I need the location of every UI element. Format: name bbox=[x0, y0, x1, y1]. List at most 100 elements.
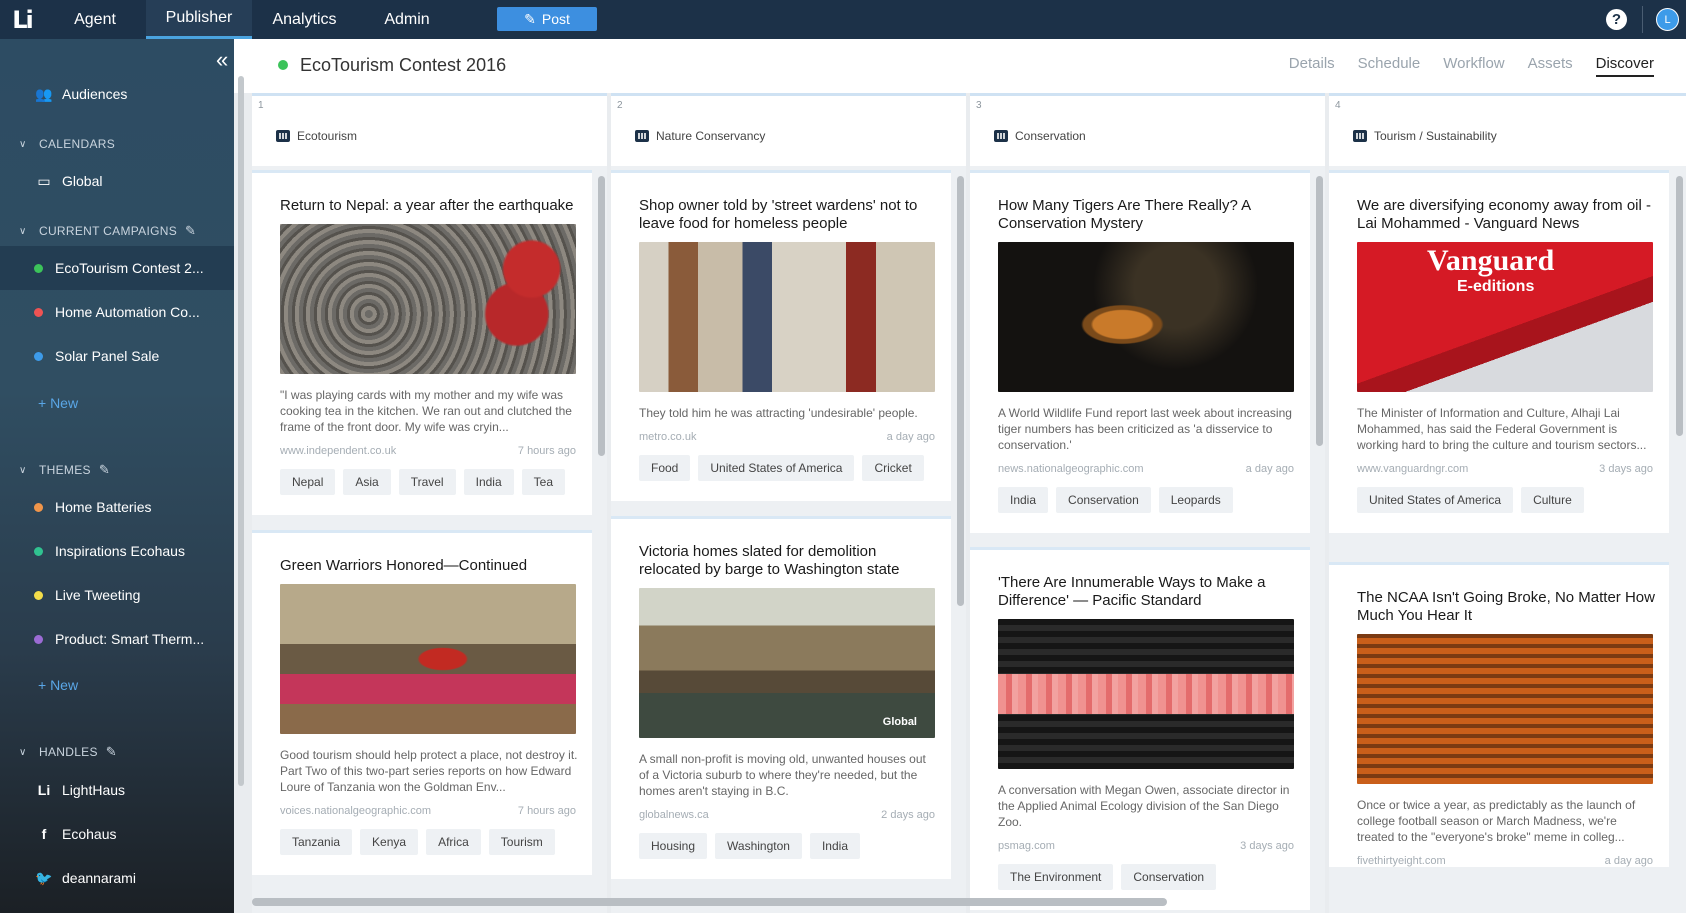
app-logo[interactable]: Li bbox=[0, 0, 44, 39]
article-title[interactable]: Green Warriors Honored—Continued bbox=[280, 557, 578, 575]
article-image[interactable] bbox=[998, 242, 1294, 392]
article-source[interactable]: news.nationalgeographic.com bbox=[998, 463, 1144, 475]
new-theme-link[interactable]: + New bbox=[38, 677, 78, 693]
article-title[interactable]: We are diversifying economy away from oi… bbox=[1357, 197, 1655, 233]
tag[interactable]: India bbox=[463, 469, 514, 495]
sidebar-theme-home-batteries[interactable]: Home Batteries bbox=[0, 485, 234, 529]
tab-details[interactable]: Details bbox=[1289, 55, 1335, 77]
post-button[interactable]: ✎ Post bbox=[497, 7, 597, 31]
tag[interactable]: Kenya bbox=[360, 829, 419, 855]
tag[interactable]: Housing bbox=[639, 833, 708, 859]
pencil-icon[interactable]: ✎ bbox=[99, 462, 110, 478]
sidebar-campaign-solar-panel[interactable]: Solar Panel Sale bbox=[0, 334, 234, 378]
handles-header[interactable]: ∨ HANDLES ✎ bbox=[0, 737, 234, 767]
tag[interactable]: Culture bbox=[1521, 487, 1584, 513]
tag[interactable]: Washington bbox=[715, 833, 802, 859]
sidebar-campaign-ecotourism[interactable]: EcoTourism Contest 2... bbox=[0, 246, 234, 290]
sidebar-handle-lighthaus[interactable]: Li LightHaus bbox=[0, 768, 234, 812]
new-campaign-link[interactable]: + New bbox=[38, 395, 78, 411]
article-source[interactable]: psmag.com bbox=[998, 840, 1055, 852]
sidebar-theme-live-tweeting[interactable]: Live Tweeting bbox=[0, 573, 234, 617]
sidebar-theme-smart-therm[interactable]: Product: Smart Therm... bbox=[0, 617, 234, 661]
article-card[interactable]: Return to Nepal: a year after the earthq… bbox=[252, 170, 592, 515]
pencil-icon[interactable]: ✎ bbox=[106, 744, 117, 760]
tag[interactable]: Africa bbox=[426, 829, 481, 855]
tag[interactable]: Food bbox=[639, 455, 691, 481]
article-image[interactable] bbox=[998, 619, 1294, 769]
tag[interactable]: The Environment bbox=[998, 864, 1114, 890]
user-avatar[interactable]: L bbox=[1656, 8, 1679, 31]
tag[interactable]: Asia bbox=[343, 469, 391, 495]
article-image[interactable] bbox=[280, 224, 576, 374]
tab-discover[interactable]: Discover bbox=[1595, 55, 1654, 77]
collapse-sidebar-icon[interactable]: « bbox=[216, 47, 228, 73]
article-image[interactable]: Vanguard E-editions bbox=[1357, 242, 1653, 392]
sidebar-item-audiences[interactable]: 👥 Audiences bbox=[0, 72, 234, 116]
column-source[interactable]: Conservation bbox=[994, 129, 1086, 143]
tag[interactable]: Tourism bbox=[488, 829, 555, 855]
article-source[interactable]: metro.co.uk bbox=[639, 431, 696, 443]
themes-header[interactable]: ∨ THEMES ✎ bbox=[0, 455, 234, 485]
article-card[interactable]: The NCAA Isn't Going Broke, No Matter Ho… bbox=[1329, 562, 1669, 867]
nav-agent[interactable]: Agent bbox=[44, 0, 146, 39]
horizontal-scrollbar[interactable] bbox=[252, 898, 1167, 906]
article-image[interactable] bbox=[1357, 634, 1653, 784]
tab-schedule[interactable]: Schedule bbox=[1358, 55, 1421, 77]
tag[interactable]: Leopards bbox=[1158, 487, 1233, 513]
column-scrollbar[interactable] bbox=[1316, 176, 1323, 446]
column-source[interactable]: Tourism / Sustainability bbox=[1353, 129, 1497, 143]
article-card[interactable]: Green Warriors Honored—Continued Good to… bbox=[252, 530, 592, 875]
tag[interactable]: Nepal bbox=[280, 469, 336, 495]
pencil-icon[interactable]: ✎ bbox=[185, 223, 196, 239]
article-card[interactable]: Shop owner told by 'street wardens' not … bbox=[611, 170, 951, 501]
help-icon[interactable]: ? bbox=[1606, 9, 1627, 30]
tag[interactable]: Conservation bbox=[1056, 487, 1151, 513]
tag[interactable]: India bbox=[998, 487, 1049, 513]
article-card[interactable]: 'There Are Innumerable Ways to Make a Di… bbox=[970, 547, 1310, 910]
tag[interactable]: Cricket bbox=[862, 455, 924, 481]
tag[interactable]: Conservation bbox=[1121, 864, 1217, 890]
column-scrollbar[interactable] bbox=[957, 176, 964, 606]
article-source[interactable]: voices.nationalgeographic.com bbox=[280, 805, 431, 817]
tag[interactable]: India bbox=[809, 833, 860, 859]
article-image[interactable] bbox=[280, 584, 576, 734]
article-title[interactable]: How Many Tigers Are There Really? A Cons… bbox=[998, 197, 1296, 233]
sidebar-campaign-home-automation[interactable]: Home Automation Co... bbox=[0, 290, 234, 334]
article-source[interactable]: www.independent.co.uk bbox=[280, 445, 396, 457]
article-title[interactable]: Victoria homes slated for demolition rel… bbox=[639, 543, 937, 579]
tab-workflow[interactable]: Workflow bbox=[1443, 55, 1504, 77]
campaigns-header[interactable]: ∨ CURRENT CAMPAIGNS ✎ bbox=[0, 216, 234, 246]
tag[interactable]: United States of America bbox=[1357, 487, 1514, 513]
article-title[interactable]: Return to Nepal: a year after the earthq… bbox=[280, 197, 578, 215]
tag[interactable]: Tanzania bbox=[280, 829, 353, 855]
article-card[interactable]: How Many Tigers Are There Really? A Cons… bbox=[970, 170, 1310, 533]
tab-assets[interactable]: Assets bbox=[1528, 55, 1573, 77]
sidebar-theme-inspirations[interactable]: Inspirations Ecohaus bbox=[0, 529, 234, 573]
column-scrollbar[interactable] bbox=[1676, 176, 1683, 436]
article-image[interactable] bbox=[639, 242, 935, 392]
article-source[interactable]: fivethirtyeight.com bbox=[1357, 855, 1446, 867]
calendars-header[interactable]: ∨ CALENDARS bbox=[0, 129, 234, 159]
article-title[interactable]: 'There Are Innumerable Ways to Make a Di… bbox=[998, 574, 1296, 610]
article-title[interactable]: Shop owner told by 'street wardens' not … bbox=[639, 197, 937, 233]
tag[interactable]: United States of America bbox=[698, 455, 855, 481]
main-scrollbar[interactable] bbox=[238, 76, 244, 786]
tag[interactable]: Tea bbox=[521, 469, 565, 495]
column-source[interactable]: Ecotourism bbox=[276, 129, 357, 143]
tag[interactable]: Travel bbox=[398, 469, 456, 495]
column-header: 1 Ecotourism bbox=[252, 96, 607, 166]
sidebar-handle-ecohaus[interactable]: f Ecohaus bbox=[0, 812, 234, 856]
article-image[interactable]: Global bbox=[639, 588, 935, 738]
nav-admin[interactable]: Admin bbox=[357, 0, 457, 39]
column-scrollbar[interactable] bbox=[598, 176, 605, 456]
sidebar-handle-deannarami[interactable]: 🐦 deannarami bbox=[0, 856, 234, 900]
nav-publisher[interactable]: Publisher bbox=[146, 0, 252, 39]
article-source[interactable]: www.vanguardngr.com bbox=[1357, 463, 1468, 475]
article-source[interactable]: globalnews.ca bbox=[639, 809, 709, 821]
column-source[interactable]: Nature Conservancy bbox=[635, 129, 765, 143]
article-card[interactable]: We are diversifying economy away from oi… bbox=[1329, 170, 1669, 533]
sidebar-item-global[interactable]: ▭ Global bbox=[0, 159, 234, 203]
article-title[interactable]: The NCAA Isn't Going Broke, No Matter Ho… bbox=[1357, 589, 1655, 625]
nav-analytics[interactable]: Analytics bbox=[252, 0, 357, 39]
article-card[interactable]: Victoria homes slated for demolition rel… bbox=[611, 516, 951, 879]
